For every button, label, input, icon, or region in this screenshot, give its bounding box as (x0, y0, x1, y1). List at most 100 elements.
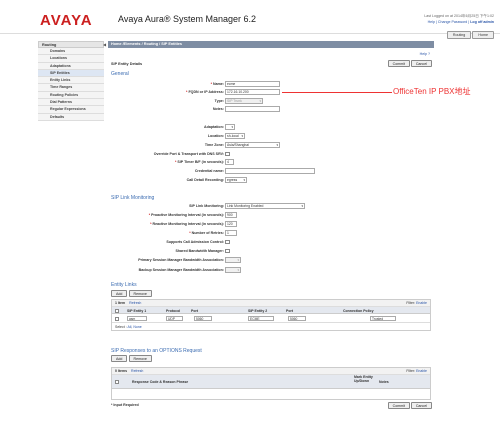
shared-bw-checkbox[interactable] (225, 248, 230, 253)
sidebar-item-time-ranges[interactable]: Time Ranges (38, 84, 104, 92)
cancel-button-bottom[interactable]: Cancel (410, 402, 432, 409)
add-response-button[interactable]: Add (111, 355, 128, 362)
sip-timer-input[interactable]: 4 (225, 159, 234, 165)
override-port-label: Override Port & Transport with DNS SRV: (153, 152, 224, 156)
annotation-line (282, 92, 392, 93)
sidebar-item-regular-expressions[interactable]: Regular Expressions (38, 106, 104, 114)
collapse-sidebar-icon[interactable]: ◀ (103, 42, 106, 47)
sidebar-header-routing[interactable]: Routing (38, 41, 104, 48)
filter-enable-link[interactable]: Enable (416, 369, 427, 373)
header-separator: | (435, 20, 437, 24)
backup-bw-select (225, 267, 241, 273)
reactive-input[interactable]: 120 (225, 221, 237, 227)
proactive-input[interactable]: 900 (225, 212, 237, 218)
header-tabs: Routing Home (446, 31, 494, 39)
help-link[interactable]: Help (428, 20, 435, 24)
commit-button[interactable]: Commit (387, 60, 410, 67)
home-tab-button[interactable]: Home (472, 31, 494, 39)
item-count: 1 Item (115, 301, 126, 305)
remove-entity-link-button[interactable]: Remove (128, 290, 152, 297)
select-all-link[interactable]: All (127, 325, 131, 329)
time-zone-select[interactable]: Asia/Shanghai (225, 142, 280, 148)
proactive-label: * Proactive Monitoring Interval (in seco… (148, 213, 224, 217)
column-header: Port (191, 308, 198, 313)
connection-policy-select[interactable]: Trusted (370, 315, 396, 321)
adaptation-row: Adaptation: (108, 124, 434, 131)
adaptation-label: Adaptation: (204, 125, 224, 129)
add-entity-link-button[interactable]: Add (111, 290, 128, 297)
sip-entity-2-select[interactable]: ECME (248, 315, 274, 321)
select-all-checkbox[interactable] (115, 380, 119, 384)
time-zone-label: Time Zone: (204, 143, 224, 147)
retries-input[interactable]: 1 (225, 230, 237, 236)
cac-checkbox[interactable] (225, 239, 230, 244)
row-checkbox[interactable] (115, 316, 119, 321)
adaptation-select[interactable] (225, 124, 235, 130)
credential-input[interactable] (225, 168, 315, 174)
type-row: Type: SIP Trunk (108, 98, 434, 105)
sidebar-item-dial-patterns[interactable]: Dial Patterns (38, 99, 104, 107)
select-label: Select : (115, 324, 127, 329)
sidebar-item-domains[interactable]: Domains (38, 48, 104, 56)
commit-button-bottom[interactable]: Commit (387, 402, 410, 409)
protocol-select[interactable]: UDP (166, 315, 183, 321)
refresh-link[interactable]: Refresh (131, 369, 143, 373)
table-footer: Select : All, None (115, 324, 142, 329)
select-none-link[interactable]: None (133, 325, 141, 329)
breadcrumb: Home /Elements / Routing / SIP Entities (108, 41, 434, 48)
name-input[interactable]: ecme (225, 81, 280, 87)
fqdn-input[interactable]: 172.16.10.200 (225, 89, 280, 95)
notes-input[interactable] (225, 106, 280, 112)
call-detail-label: Call Detail Recording: (186, 178, 224, 182)
sip-link-monitoring-title: SIP Link Monitoring (111, 195, 155, 201)
sidebar-item-entity-links[interactable]: Entity Links (38, 77, 104, 85)
location-row: Location: sh-local (108, 133, 434, 140)
general-section-title: General (111, 71, 129, 77)
override-port-row: Override Port & Transport with DNS SRV: (108, 151, 434, 158)
name-label: * Name: (210, 82, 224, 86)
shared-bw-label: Shared Bandwidth Manager: (175, 249, 224, 253)
select-all-checkbox[interactable] (115, 308, 119, 313)
sip-timer-row: * SIP Timer B/F (in seconds): 4 (108, 159, 434, 166)
refresh-link[interactable]: Refresh (129, 301, 141, 305)
type-select: SIP Trunk (225, 98, 263, 104)
sidebar-item-routing-policies[interactable]: Routing Policies (38, 91, 104, 100)
logout-link[interactable]: Log off admin (470, 20, 494, 24)
column-header: Notes (379, 380, 389, 384)
column-header: Mark Entity Up/Down (354, 375, 373, 383)
cancel-button[interactable]: Cancel (410, 60, 432, 67)
retries-label: * Number of Retries: (189, 231, 224, 235)
annotation-text: OfficeTen IP PBX地址 (393, 87, 471, 96)
change-password-link[interactable]: Change Password (438, 20, 467, 24)
app-title: Avaya Aura® System Manager 6.2 (118, 14, 257, 24)
sidebar-item-sip-entities[interactable]: SIP Entities (38, 69, 104, 78)
sip-entity-1-select[interactable]: asm (127, 315, 147, 321)
avaya-logo: AVAYA (40, 12, 93, 29)
entity-links-actions: Add Remove (111, 290, 152, 297)
sidebar-item-adaptations[interactable]: Adaptations (38, 62, 104, 70)
entity-links-table-bar: 1 Item Refresh Filter: Enable (112, 300, 430, 307)
table-header: SIP Entity 1 Protocol Port SIP Entity 2 … (112, 307, 430, 314)
sidebar-item-defaults[interactable]: Defaults (38, 113, 104, 121)
routing-tab-button[interactable]: Routing (446, 31, 472, 39)
credential-row: Credential name: (108, 168, 434, 175)
remove-response-button[interactable]: Remove (128, 355, 152, 362)
location-label: Location: (207, 134, 224, 138)
sip-responses-table: 0 Items Refresh Filter: Enable Response … (111, 367, 431, 400)
type-label: Type: (214, 99, 224, 103)
port-1-input[interactable]: 5060 (194, 315, 212, 321)
main-content: Home /Elements / Routing / SIP Entities … (108, 41, 434, 421)
shared-bw-row: Shared Bandwidth Manager: (108, 248, 434, 255)
table-row: asm UDP 5060 ECME 5060 Trusted (112, 314, 430, 323)
filter-enable-link[interactable]: Enable (416, 301, 427, 305)
location-select[interactable]: sh-local (225, 133, 245, 139)
override-port-checkbox[interactable] (225, 151, 230, 156)
sip-responses-title: SIP Responses to an OPTIONS Request (111, 348, 202, 354)
link-monitoring-select[interactable]: Link Monitoring Enabled (225, 203, 305, 209)
reactive-label: * Reactive Monitoring Interval (in secon… (150, 222, 224, 226)
port-2-input[interactable]: 5060 (288, 315, 306, 321)
page-help-link[interactable]: Help ? (420, 52, 430, 56)
notes-label: Notes: (212, 107, 224, 111)
sidebar-item-locations[interactable]: Locations (38, 55, 104, 63)
call-detail-select[interactable]: egress (225, 177, 247, 183)
